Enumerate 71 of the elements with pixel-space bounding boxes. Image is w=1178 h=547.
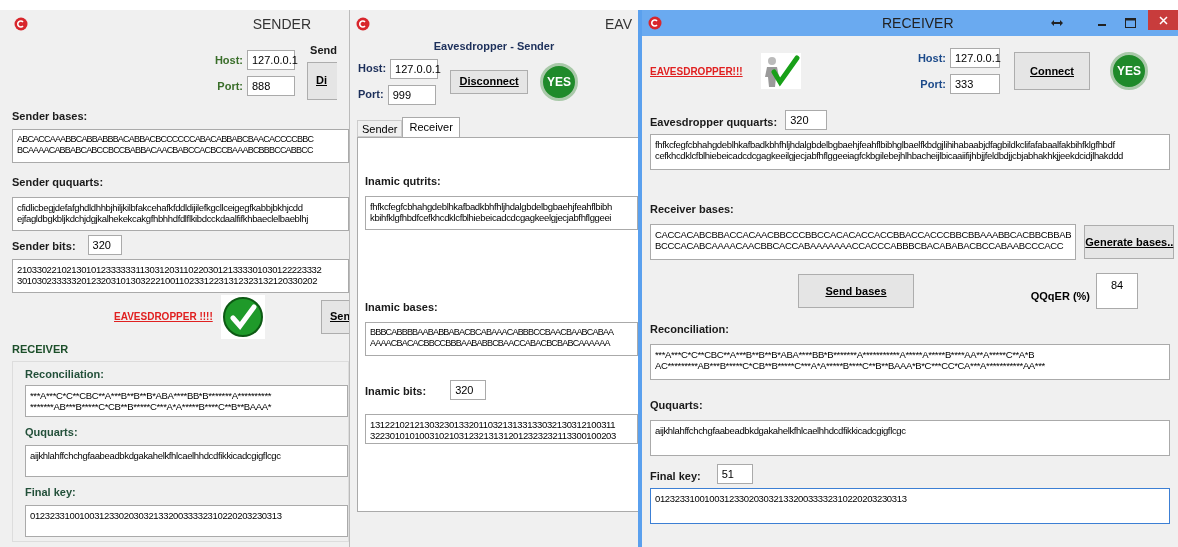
action-button[interactable]: Sen [321, 299, 349, 334]
action-button[interactable]: Di [307, 61, 337, 100]
qqer-field[interactable]: 84 [1096, 273, 1138, 309]
field-label: Eavesdropper - Sender [433, 39, 555, 54]
field-label: Ququarts: [650, 399, 703, 411]
text-area[interactable]: cfidlicbegjdefafghdldhhbjhiljkilbfakcehafkfddldijilefkgcllceigegfkabbjbkhjcdd ejfagldbgkbljkdchjdgjkalhekekcakgfhbhhdfdlflkibdcckdaalfifkhbaeclelbaeblhj [12, 196, 349, 231]
action-button[interactable]: Generate bases.. [1084, 225, 1175, 259]
tab[interactable]: Sender [357, 119, 403, 137]
text-area[interactable]: fhfkcfegfcbhahgdeblhkafbadkbhfhljhdalgbdelbgbaehjfeahflbibhglbaelfkbdgjlihihabaabjdfagbildkclifafabaalfakbihfklgfhbdf cefkhcdklcfblhiebeicadcdcgagkeeilgjecjabfhflggeeiagfckbgilebejhlhbacheijlbicaaiifijhbjjfeldbdjjcbjabhakhkjjeekdcidjlhakddd [650, 134, 1170, 170]
host-field[interactable]: 127.0.0.1 [950, 48, 1000, 68]
host-field[interactable]: 127.0.0.1 [390, 58, 439, 79]
field-label: Port: [920, 76, 946, 92]
count-field[interactable]: 320 [785, 110, 828, 130]
count-field[interactable]: 320 [450, 379, 487, 400]
field-label: Final key: [25, 485, 76, 498]
field-label: Sender bits: [12, 239, 76, 254]
text-area[interactable]: 21033022102130101233333311303120311022030121333301030122223332 3010302333332012320310130322210011023312231312323132120330202 [12, 258, 349, 293]
field-label: Final key: [650, 468, 701, 484]
text-area[interactable]: aijkhlahffchchgfaabeadbkdgakahelkfhlcaelhhdcdfikkicadcgigflcgc [25, 444, 348, 477]
field-label: Host: [214, 52, 243, 68]
field-label: Sender ququarts: [12, 175, 104, 188]
maximize-icon[interactable] [1125, 18, 1136, 28]
field-label: Ququarts: [25, 425, 78, 438]
text-area[interactable]: fhfkcfegfcbhahgdeblhkafbadkbhfhljhdalgbdelbgbaehjfeahflbibh kbihfklgfhbdfcefkhcdklcfblhiebeicadcdcgagkeelgjecjabfhflggeei [365, 195, 638, 230]
action-button[interactable]: Connect [1014, 52, 1090, 90]
text-area[interactable]: 012323310010031233020303213320033332310220203230313 [25, 504, 348, 537]
window-title: SENDER [252, 14, 311, 34]
port-field[interactable]: 333 [950, 74, 1000, 94]
close-icon[interactable] [1158, 15, 1168, 25]
field-label: Port: [217, 78, 243, 94]
field-label: Port: [358, 87, 384, 103]
field-label: Eavesdropper ququarts: [650, 114, 778, 130]
field-label: Inamic bases: [365, 300, 438, 313]
text-area[interactable]: 13122102121303230133201103213133133032130312100311 32230101010031021031232131312012323232113300100203 [365, 413, 638, 444]
field-label: Sender bases: [12, 109, 89, 124]
text-area[interactable]: ***A***C*C**CBC**A***B**B**B*ABA****BB*B*******A***********A*****A*****B****AA**A*****C**A*B AC*********AB***B*****C*CB**B*****C***A*A*****B****C**B**BAAA*B*C***CC*CA***A***********AA*** [650, 344, 1170, 380]
window-title: RECEIVER [882, 13, 954, 33]
app-icon [14, 17, 28, 31]
field-label: Host: [917, 50, 946, 66]
port-field[interactable]: 999 [387, 84, 436, 105]
text-area[interactable]: CACCACABCBBACCACAACBBCCCBBCCACACACCACCBBACCACCCBBCBBAAABBCACBBCBBAB BCCCACABCAAAACAACBBCACCABAAAAAAACCACCCABBBCBACABABACBCCABAABCCCACC [650, 224, 1077, 260]
check-icon [221, 295, 264, 338]
yes-badge: YES [1110, 52, 1148, 90]
yes-badge: YES [540, 62, 579, 101]
field-label: Send [310, 43, 337, 58]
field-label: Host: [358, 61, 387, 77]
alert-text: EAVESDROPPER!!! [650, 64, 743, 79]
text-area[interactable]: BBBCABBBBAABABBABACBCABAAACABBBCCBAACBAABCABAA AAAACBACACBBCCBBBAABABBCBAACCABACBCBABCAAAAAA [365, 321, 638, 356]
close-button[interactable] [1148, 10, 1178, 30]
section-heading: RECEIVER [12, 341, 70, 357]
qqer-label: QQqER (%) [1030, 288, 1090, 304]
count-field[interactable]: 51 [716, 464, 753, 484]
window-title: EAV [605, 14, 632, 34]
action-button[interactable]: Disconnect [450, 69, 529, 94]
alert-text: EAVESDROPPER !!!! [114, 310, 213, 324]
text-area[interactable]: aijkhlahffchchgfaabeadbkdgakahelkfhlcaelhhdcdfikkicadcgigflcgc [650, 420, 1170, 456]
field-label: Receiver bases: [650, 203, 734, 215]
field-label: Inamic bits: [365, 384, 427, 399]
text-area[interactable]: ABCACCAAABBCABBABBBACABBACBCCCCCCABACABBABCBAACACCCCBBC BCAAAACABBABCABCCBCCBABBACAACBABCCACBCCBAAABCBBBCCABBCC [12, 128, 349, 163]
action-button[interactable]: Send bases [798, 274, 914, 308]
tab[interactable]: Receiver [402, 116, 460, 137]
count-field[interactable]: 320 [87, 234, 122, 255]
field-label: Reconciliation: [650, 323, 729, 335]
field-label: Inamic qutrits: [365, 174, 441, 187]
app-icon [648, 16, 662, 30]
resize-icon[interactable] [1051, 19, 1063, 27]
text-area[interactable]: ***A***C*C**CBC**A***B**B**B*ABA****BB*B*******A********** *******AB***B*****C*CB**B*****C***A*A*****B****C**B**BAAA* [25, 384, 348, 417]
port-field[interactable]: 888 [247, 76, 295, 96]
field-label: Reconciliation: [25, 367, 105, 382]
app-icon [356, 17, 370, 31]
text-area[interactable]: 012323310010031233020303213320033332310220203230313 [650, 488, 1170, 524]
